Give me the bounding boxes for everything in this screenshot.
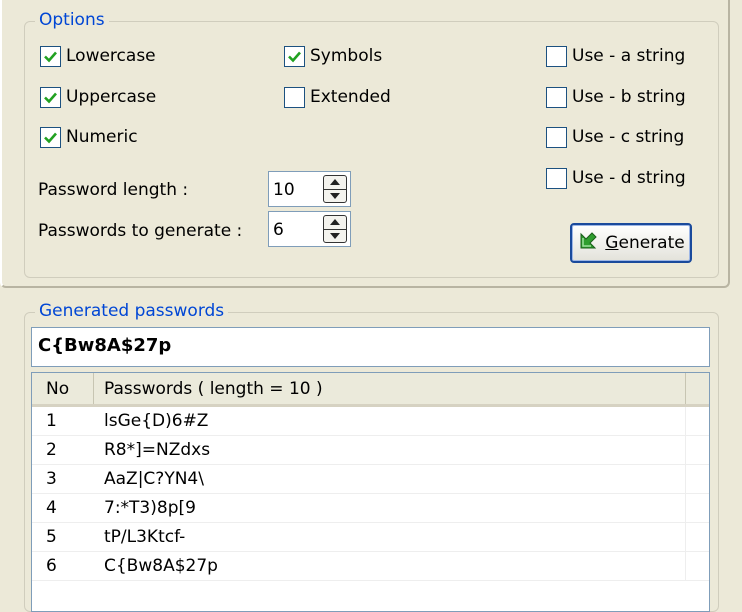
list-header: No Passwords ( length = 10 ) (32, 373, 709, 407)
table-row[interactable]: 6 C{Bw8A$27p (32, 552, 709, 581)
passwords-to-generate-label: Passwords to generate : (38, 221, 243, 241)
use-c-string-checkbox[interactable]: Use - c string (546, 125, 684, 149)
password-length-input[interactable] (273, 178, 319, 202)
numeric-label: Numeric (66, 127, 138, 147)
use-b-string-label: Use - b string (572, 87, 686, 107)
passwords-list[interactable]: No Passwords ( length = 10 ) 1 lsGe{D)6#… (31, 372, 710, 612)
options-group-title: Options (35, 10, 109, 30)
checkmark-icon (44, 51, 57, 62)
table-row[interactable]: 5 tP/L3Ktcf- (32, 523, 709, 552)
checkbox-box[interactable] (546, 167, 567, 189)
checkbox-box[interactable] (546, 126, 567, 148)
passwords-to-generate-spinner[interactable] (268, 211, 351, 247)
column-header-filler (686, 373, 709, 404)
use-c-string-label: Use - c string (572, 127, 685, 147)
row-password: R8*]=NZdxs (94, 436, 686, 464)
row-number: 3 (46, 469, 57, 489)
row-password: 7:*T3)8p[9 (94, 494, 686, 522)
table-row[interactable]: 4 7:*T3)8p[9 (32, 494, 709, 523)
checkmark-icon (288, 51, 301, 62)
uppercase-checkbox[interactable]: Uppercase (40, 85, 156, 109)
spin-buttons (323, 175, 347, 203)
checkbox-box[interactable] (40, 86, 61, 108)
spin-up-icon[interactable] (324, 216, 346, 229)
generated-passwords-title: Generated passwords (35, 301, 229, 321)
checkbox-box[interactable] (546, 45, 567, 67)
checkbox-box[interactable] (284, 45, 305, 67)
row-number: 4 (46, 498, 57, 518)
row-password: tP/L3Ktcf- (94, 523, 686, 551)
row-password: lsGe{D)6#Z (94, 407, 686, 435)
uppercase-label: Uppercase (66, 87, 157, 107)
spin-down-icon[interactable] (324, 228, 346, 243)
checkbox-box[interactable] (284, 86, 305, 108)
password-length-spinner[interactable] (268, 171, 351, 207)
column-header-no[interactable]: No (32, 373, 94, 404)
checkbox-box[interactable] (40, 126, 61, 148)
checkmark-icon (44, 92, 57, 103)
extended-label: Extended (310, 87, 391, 107)
generate-button[interactable]: Generate (570, 223, 692, 263)
password-length-label: Password length : (38, 180, 189, 200)
lowercase-label: Lowercase (66, 46, 156, 66)
use-b-string-checkbox[interactable]: Use - b string (546, 85, 686, 109)
generate-label: Generate (605, 233, 685, 253)
lowercase-checkbox[interactable]: Lowercase (40, 44, 156, 68)
green-arrow-icon (577, 230, 599, 257)
table-row[interactable]: 1 lsGe{D)6#Z (32, 407, 709, 436)
numeric-checkbox[interactable]: Numeric (40, 125, 138, 149)
use-a-string-checkbox[interactable]: Use - a string (546, 44, 685, 68)
spin-up-icon[interactable] (324, 176, 346, 189)
use-a-string-label: Use - a string (572, 46, 686, 66)
row-password: C{Bw8A$27p (94, 552, 686, 580)
checkbox-box[interactable] (40, 45, 61, 67)
row-password: AaZ|C?YN4\ (94, 465, 686, 493)
checkbox-box[interactable] (546, 86, 567, 108)
row-number: 1 (46, 411, 57, 431)
row-number: 2 (46, 440, 57, 460)
symbols-label: Symbols (310, 46, 383, 66)
spin-down-icon[interactable] (324, 188, 346, 203)
row-number: 5 (46, 527, 57, 547)
table-row[interactable]: 3 AaZ|C?YN4\ (32, 465, 709, 494)
use-d-string-checkbox[interactable]: Use - d string (546, 166, 686, 190)
row-number: 6 (46, 556, 57, 576)
symbols-checkbox[interactable]: Symbols (284, 44, 382, 68)
spin-buttons (323, 215, 347, 243)
current-password-field[interactable]: C{Bw8A$27p (31, 327, 710, 367)
column-header-passwords[interactable]: Passwords ( length = 10 ) (94, 373, 686, 404)
passwords-to-generate-input[interactable] (273, 218, 319, 242)
extended-checkbox[interactable]: Extended (284, 85, 391, 109)
checkmark-icon (44, 132, 57, 143)
table-row[interactable]: 2 R8*]=NZdxs (32, 436, 709, 465)
use-d-string-label: Use - d string (572, 168, 686, 188)
